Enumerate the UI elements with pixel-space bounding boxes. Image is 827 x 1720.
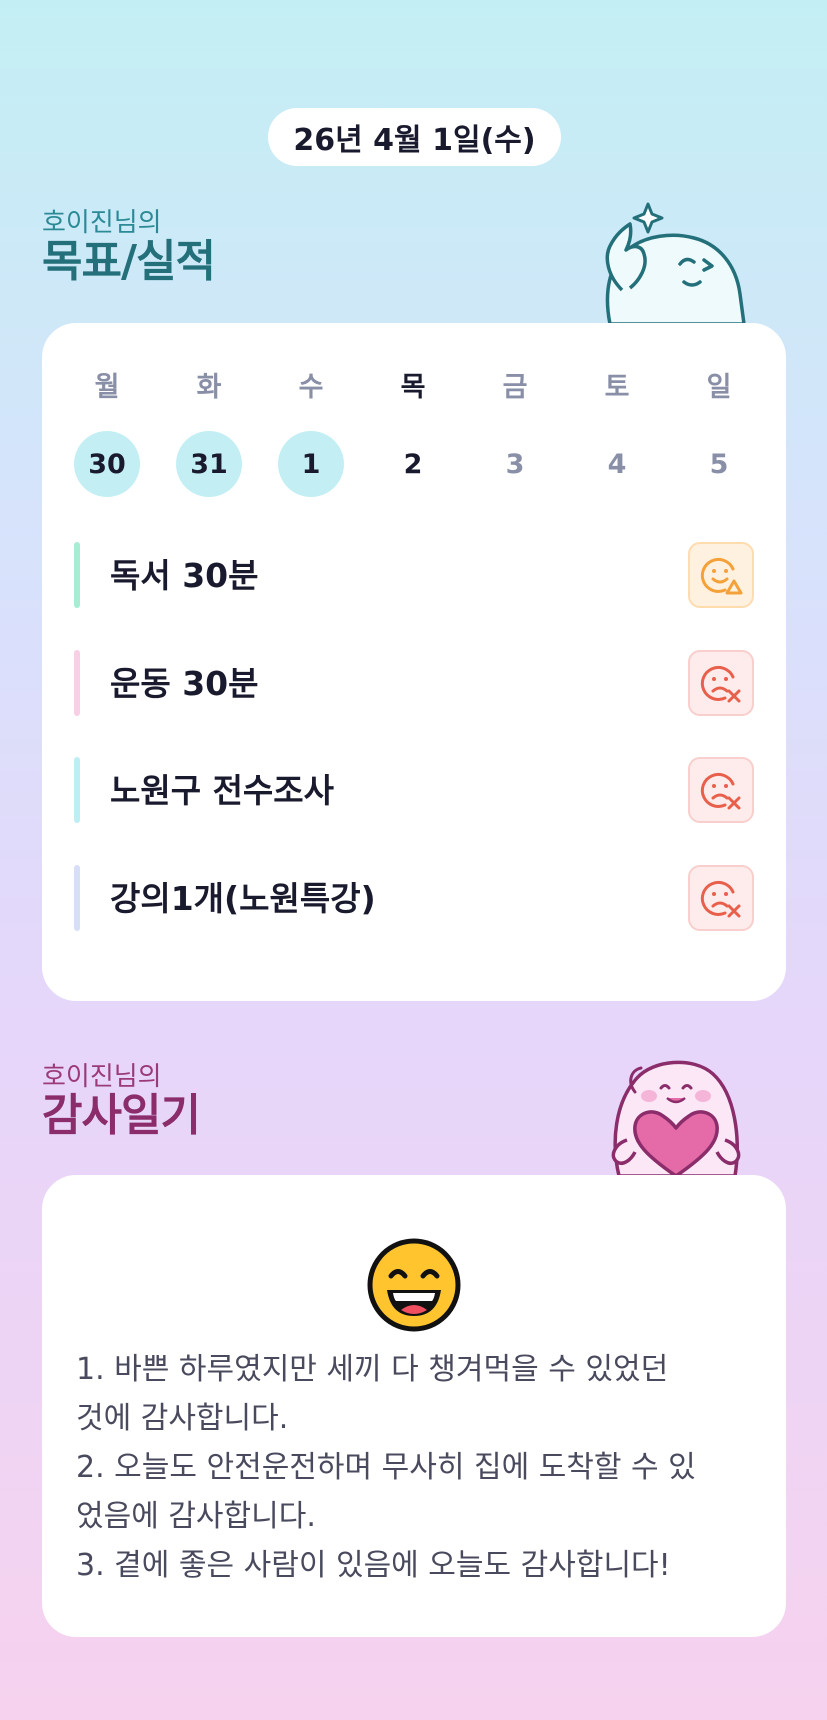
- date-pill[interactable]: 26년 4월 1일(수): [268, 108, 561, 166]
- diary-line: 것에 감사합니다.: [76, 1401, 289, 1436]
- mascot-thumbs-up-icon: [605, 202, 746, 324]
- goals-title: 목표/실적: [42, 236, 216, 287]
- sad-x-icon: [700, 772, 741, 810]
- day-cell-tue[interactable]: 화 31: [176, 372, 242, 497]
- goal-label: 운동 30분: [110, 664, 259, 703]
- day-cell-mon[interactable]: 월 30: [74, 372, 140, 497]
- diary-line: 1. 바쁜 하루였지만 세끼 다 챙겨먹을 수 있었던: [76, 1352, 669, 1387]
- goal-status-button[interactable]: [688, 650, 754, 716]
- grinning-face-icon: [367, 1238, 461, 1332]
- day-cell-thu[interactable]: 목 2: [380, 372, 446, 480]
- diary-owner-label: 호이진님의: [42, 1062, 162, 1092]
- diary-line: 3. 곁에 좋은 사람이 있음에 오늘도 감사합니다!: [76, 1548, 671, 1583]
- day-number: 4: [607, 448, 627, 480]
- diary-section-title: 호이진님의 감사일기: [42, 1062, 201, 1141]
- day-cell-sat[interactable]: 토 4: [584, 372, 650, 480]
- goal-color-bar: [74, 650, 80, 716]
- sad-x-icon: [700, 880, 741, 918]
- day-name: 수: [298, 372, 324, 403]
- goal-color-bar: [74, 865, 80, 931]
- goal-color-bar: [74, 757, 80, 823]
- smile-triangle-icon: [700, 557, 743, 595]
- week-calendar: 월 30 화 31 수 1 목 2 금 3 토 4 일 5: [74, 372, 754, 497]
- day-number: 3: [505, 448, 525, 480]
- diary-title: 감사일기: [42, 1090, 201, 1141]
- mascot-heart-icon: [611, 1060, 741, 1176]
- day-number: 5: [709, 448, 729, 480]
- day-name: 월: [94, 372, 120, 403]
- day-name: 목: [400, 372, 426, 403]
- day-name: 화: [196, 372, 222, 403]
- day-name: 일: [706, 372, 732, 403]
- goal-row[interactable]: 운동 30분: [74, 650, 754, 716]
- day-number: 2: [403, 448, 423, 480]
- goal-color-bar: [74, 542, 80, 608]
- goal-status-button[interactable]: [688, 542, 754, 608]
- day-cell-wed[interactable]: 수 1: [278, 372, 344, 497]
- goal-label: 강의1개(노원특강): [110, 879, 376, 918]
- diary-line: 었음에 감사합니다.: [76, 1499, 316, 1534]
- goal-row[interactable]: 독서 30분: [74, 542, 754, 608]
- goals-card: 월 30 화 31 수 1 목 2 금 3 토 4 일 5 독서 30분 운동 …: [42, 323, 786, 1001]
- day-cell-sun[interactable]: 일 5: [686, 372, 752, 480]
- goal-label: 독서 30분: [110, 556, 259, 595]
- goal-status-button[interactable]: [688, 865, 754, 931]
- gratitude-diary-card[interactable]: 1. 바쁜 하루였지만 세끼 다 챙겨먹을 수 있었던 것에 감사합니다. 2.…: [42, 1175, 786, 1637]
- goals-owner-label: 호이진님의: [42, 208, 162, 238]
- diary-line: 2. 오늘도 안전운전하며 무사히 집에 도착할 수 있: [76, 1450, 696, 1485]
- goals-section-title: 호이진님의 목표/실적: [42, 208, 216, 287]
- day-number: 30: [74, 431, 140, 497]
- date-label: 26년 4월 1일(수): [293, 123, 536, 158]
- goal-status-button[interactable]: [688, 757, 754, 823]
- goal-row[interactable]: 노원구 전수조사: [74, 757, 754, 823]
- day-name: 토: [604, 372, 630, 403]
- day-cell-fri[interactable]: 금 3: [482, 372, 548, 480]
- day-number: 31: [176, 431, 242, 497]
- day-name: 금: [502, 372, 528, 403]
- sad-x-icon: [700, 665, 741, 703]
- diary-text: 1. 바쁜 하루였지만 세끼 다 챙겨먹을 수 있었던 것에 감사합니다. 2.…: [76, 1345, 766, 1590]
- day-number: 1: [278, 431, 344, 497]
- goal-label: 노원구 전수조사: [110, 771, 335, 810]
- goal-row[interactable]: 강의1개(노원특강): [74, 865, 754, 931]
